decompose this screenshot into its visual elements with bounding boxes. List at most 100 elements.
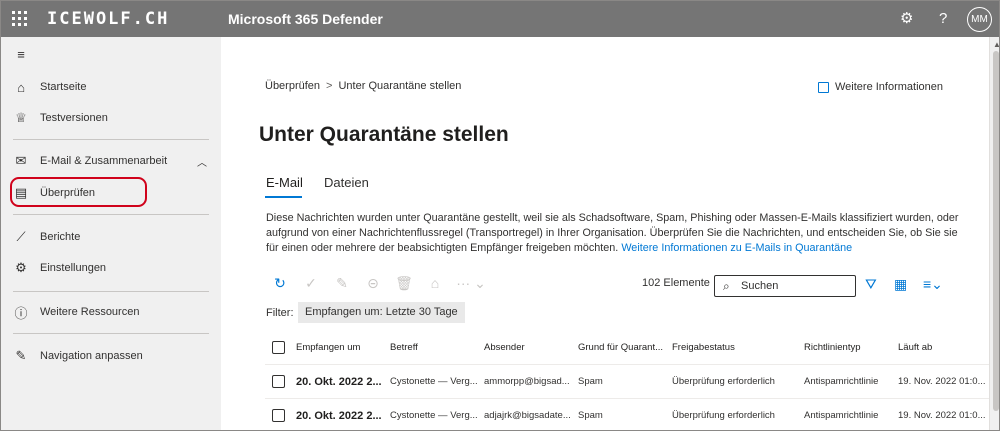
filter-label: Filter:	[266, 307, 294, 319]
avatar[interactable]: MM	[967, 7, 992, 32]
cell-policy-type: Antispamrichtlinie	[804, 410, 879, 421]
chevron-up-icon: ︿	[197, 157, 207, 169]
refresh-icon[interactable]: ↻	[269, 275, 291, 292]
action-toolbar: ↻ ✓ ✎ ⊝ 🗑 ⌂ ··· ⌄	[269, 273, 496, 293]
column-header[interactable]: Absender	[484, 331, 574, 365]
sidebar-item-label: Berichte	[40, 231, 81, 243]
cell-sender: ammorpp@bigsad...	[484, 376, 570, 387]
vertical-scrollbar[interactable]: ▲	[989, 37, 999, 430]
chevron-right-icon: >	[326, 80, 333, 92]
description-text: Diese Nachrichten wurden unter Quarantän…	[266, 211, 966, 256]
pencil-icon: ✎	[15, 348, 27, 363]
app-title[interactable]: Microsoft 365 Defender	[228, 11, 383, 27]
cell-policy-type: Antispamrichtlinie	[804, 376, 879, 387]
scroll-up-icon[interactable]: ▲	[993, 40, 999, 49]
cell-expires: 19. Nov. 2022 01:0...	[898, 376, 986, 387]
sidebar-item-einstellungen[interactable]: ⚙ Einstellungen	[1, 254, 221, 282]
sidebar-item-label: E-Mail & Zusammenarbeit	[40, 155, 168, 167]
sidebar-divider	[13, 139, 209, 140]
cell-sender: adjajrk@bigsadate...	[484, 410, 571, 421]
sidebar-item-startseite[interactable]: ⌂ Startseite	[1, 73, 221, 101]
app-window: ICEWOLF.CH Microsoft 365 Defender ⚙ ? MM…	[0, 0, 1000, 431]
customize-columns-icon[interactable]: ▦	[894, 276, 907, 293]
page-title: Unter Quarantäne stellen	[259, 123, 509, 146]
tab-dateien[interactable]: Dateien	[324, 175, 369, 190]
trophy-icon: ♕	[15, 110, 27, 125]
cell-release-status: Überprüfung erforderlich	[672, 410, 775, 421]
column-header[interactable]: Grund für Quarant...	[578, 331, 670, 365]
table-row[interactable]: 20. Okt. 2022 2... Cystonette — Verg... …	[265, 365, 989, 399]
cell-subject: Cystonette — Verg...	[390, 376, 478, 387]
help-icon[interactable]: ?	[939, 10, 947, 28]
sidebar-divider	[13, 333, 209, 334]
column-header[interactable]: Betreff	[390, 331, 480, 365]
table-header-row: Empfangen um Betreff Absender Grund für …	[265, 331, 989, 365]
filter-chip[interactable]: Empfangen um: Letzte 30 Tage	[298, 302, 465, 323]
search-box[interactable]: ⌕	[714, 275, 856, 297]
sidebar-item-berichte[interactable]: ⟋ Berichte	[1, 223, 221, 251]
sidebar-divider	[13, 214, 209, 215]
more-info-button[interactable]: Weitere Informationen	[818, 81, 943, 93]
active-tab-indicator	[265, 196, 302, 198]
column-header[interactable]: Läuft ab	[898, 331, 983, 365]
mail-icon: ✉	[15, 153, 27, 168]
sidebar-divider	[13, 291, 209, 292]
select-all-checkbox[interactable]	[272, 341, 285, 354]
main-content: Überprüfen > Unter Quarantäne stellen Weit…	[221, 37, 989, 430]
gear-icon: ⚙	[15, 260, 27, 275]
cell-release-status: Überprüfung erforderlich	[672, 376, 775, 387]
scrollbar-thumb[interactable]	[993, 51, 999, 411]
cell-received: 20. Okt. 2022 2...	[296, 376, 382, 388]
collapse-nav-button[interactable]: ≡	[1, 40, 221, 68]
chart-icon: ⟋	[16, 229, 26, 244]
block-icon[interactable]: ⊝	[362, 275, 384, 292]
cell-expires: 19. Nov. 2022 01:0...	[898, 410, 986, 421]
tab-email[interactable]: E-Mail	[266, 175, 303, 190]
trash-icon[interactable]: 🗑	[393, 275, 415, 292]
breadcrumb-current: Unter Quarantäne stellen	[338, 80, 462, 92]
highlight-annotation	[10, 177, 147, 207]
sidebar-item-testversionen[interactable]: ♕ Testversionen	[1, 104, 221, 132]
group-by-icon[interactable]: ≡⌄	[923, 276, 943, 293]
sidebar-item-navigation-anpassen[interactable]: ✎ Navigation anpassen	[1, 342, 221, 370]
search-input[interactable]	[741, 279, 851, 293]
check-icon[interactable]: ✓	[300, 275, 322, 292]
description-body: Diese Nachrichten wurden unter Quarantän…	[266, 212, 959, 254]
filter-icon[interactable]: ⛛	[865, 276, 877, 293]
cell-subject: Cystonette — Verg...	[390, 410, 478, 421]
top-bar: ICEWOLF.CH Microsoft 365 Defender ⚙ ? MM	[1, 1, 999, 37]
inbox-icon[interactable]: ⌂	[424, 275, 446, 291]
document-icon	[818, 81, 829, 93]
item-count: 102 Elemente	[642, 277, 710, 289]
sidebar-item-email-zusammenarbeit[interactable]: ✉ E-Mail & Zusammenarbeit ︿	[1, 147, 221, 175]
row-checkbox[interactable]	[272, 375, 285, 388]
sidebar: ≡ ⌂ Startseite ♕ Testversionen ✉ E-Mail …	[1, 37, 221, 430]
app-launcher-icon[interactable]	[11, 10, 29, 28]
more-info-label: Weitere Informationen	[835, 81, 944, 93]
sidebar-item-label: Einstellungen	[40, 262, 107, 274]
home-icon: ⌂	[17, 79, 25, 95]
breadcrumb-parent-link[interactable]: Überprüfen	[265, 80, 320, 92]
sidebar-item-label: Navigation anpassen	[40, 350, 143, 362]
breadcrumb: Überprüfen > Unter Quarantäne stellen	[265, 80, 461, 92]
cell-reason: Spam	[578, 410, 603, 421]
brand-logo[interactable]: ICEWOLF.CH	[47, 9, 169, 29]
info-icon: ⓘ	[14, 305, 28, 321]
cell-reason: Spam	[578, 376, 603, 387]
search-icon: ⌕	[723, 279, 730, 293]
hamburger-menu-icon: ≡	[17, 46, 25, 62]
column-header[interactable]: Empfangen um	[296, 331, 386, 365]
sidebar-item-weitere-ressourcen[interactable]: ⓘ Weitere Ressourcen	[1, 298, 221, 326]
row-checkbox[interactable]	[272, 409, 285, 422]
sidebar-item-label: Weitere Ressourcen	[40, 306, 140, 318]
settings-gear-icon[interactable]: ⚙	[900, 10, 913, 28]
description-link[interactable]: Weitere Informationen zu E-Mails in Quar…	[621, 242, 852, 254]
column-header[interactable]: Freigabestatus	[672, 331, 792, 365]
table-row[interactable]: 20. Okt. 2022 2... Cystonette — Verg... …	[265, 399, 989, 430]
cell-received: 20. Okt. 2022 2...	[296, 410, 382, 422]
pencil-icon[interactable]: ✎	[331, 275, 353, 292]
column-header[interactable]: Richtlinientyp	[804, 331, 892, 365]
more-actions-icon[interactable]: ··· ⌄	[455, 275, 487, 292]
sidebar-item-label: Testversionen	[40, 112, 108, 124]
sidebar-item-label: Startseite	[40, 81, 87, 93]
